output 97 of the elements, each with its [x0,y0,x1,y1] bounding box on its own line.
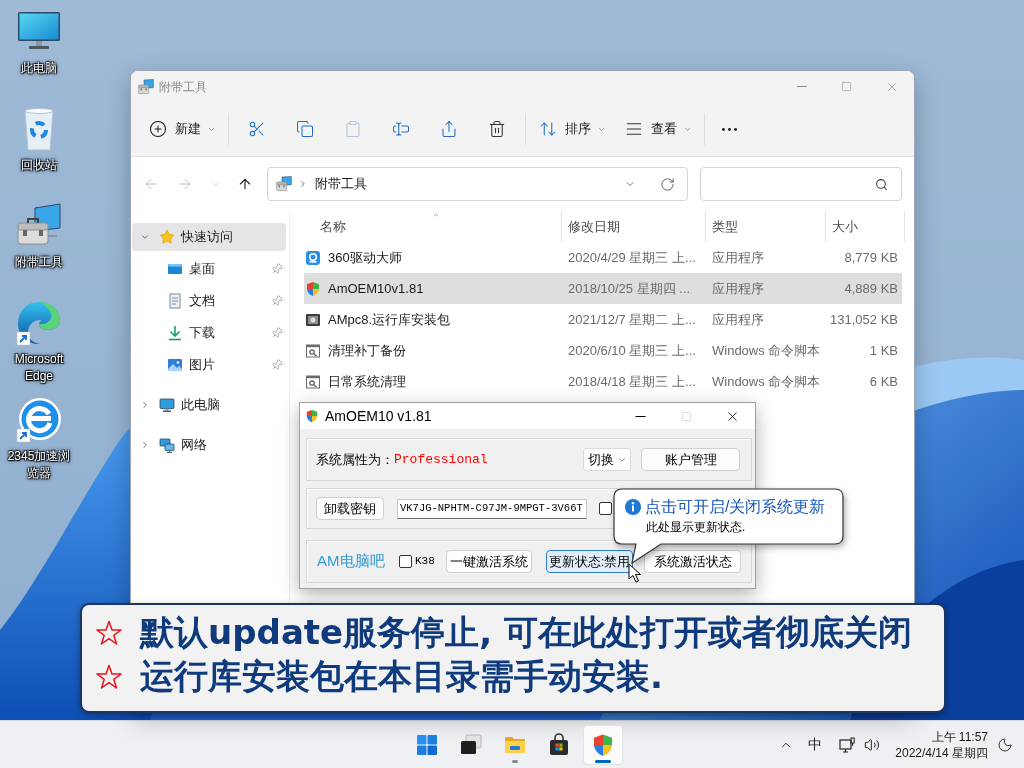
action-button[interactable]: 一键激活系统 [446,550,532,573]
sidebar-item[interactable]: 此电脑 [132,391,286,419]
sort-button[interactable]: 排序 [534,111,608,147]
file-size: 4,889 KB [843,279,899,298]
caption-text: 默认update服务停止, 可在此处打开或者彻底关闭 [140,611,912,654]
download-arrow-icon [167,325,183,341]
file-row[interactable]: 日常系统清理 2018/4/18 星期三 上... Windows 命令脚本 6 KB [304,366,902,397]
sidebar-item[interactable]: 文档 [132,287,286,315]
file-type: 应用程序 [711,248,765,267]
account-button[interactable]: 账户管理 [641,448,740,471]
script-file-icon [305,342,321,359]
sidebar-item[interactable]: 桌面 [132,255,286,283]
tooltip-title: 点击可开启/关闭系统更新 [645,497,826,517]
network-monitor-icon[interactable] [839,736,856,753]
star-outline-icon [96,663,122,689]
input-method-indicator[interactable]: 中 [808,734,823,755]
file-size: 8,779 KB [843,248,899,267]
view-button[interactable]: 查看 [620,111,696,147]
document-icon [167,293,183,309]
file-row[interactable]: 清理补丁备份 2020/6/10 星期三 上... Windows 命令脚本 1 KB [304,335,902,366]
checkbox-label[interactable]: K38 [415,553,446,570]
minimize-icon [634,415,646,417]
network-monitor-icon [159,437,175,453]
file-name: AmOEM10v1.81 [328,279,424,298]
file-row[interactable]: AMpc8.运行库安装包 2021/12/7 星期二 上... 应用程序 131,052 KB [304,304,902,335]
ring-app-icon [305,249,321,266]
sidebar-item[interactable]: 图片 [132,351,286,379]
maximize-icon [841,81,852,92]
sidebar-item[interactable]: 快速访问 [132,223,286,251]
checkbox[interactable] [599,502,612,515]
installer-box-icon [305,311,321,328]
chevron-down-icon[interactable] [140,232,150,242]
column-header[interactable]: 修改日期 [562,211,706,242]
clock-date[interactable]: 2022/4/14 星期四 [895,744,988,761]
address-bar[interactable]: 附带工具 [267,167,688,201]
moon-icon[interactable] [997,736,1013,753]
modified-date: 2020/6/10 星期三 上... [567,341,697,360]
checkbox[interactable] [399,555,412,568]
star-outline-icon [96,619,122,645]
chevron-right-icon [298,179,308,189]
mouse-cursor-icon [628,563,642,583]
desktop-icon [167,261,183,277]
maximize-icon [680,410,692,422]
info-icon [625,499,641,515]
window-title: 附带工具 [159,78,207,96]
file-type: Windows 命令脚本 [711,341,822,360]
file-row[interactable]: 360驱动大师 2020/4/29 星期三 上... 应用程序 8,779 KB [304,242,902,273]
edition-dropdown[interactable]: 切换 [583,448,631,471]
chevron-right-icon[interactable] [140,400,150,410]
modified-date: 2018/10/25 星期四 ... [567,279,692,298]
file-type: Windows 命令脚本 [711,372,822,391]
shield-icon [305,280,321,297]
toolbox-monitor-icon [138,78,154,95]
minimize-icon [796,86,807,87]
file-name: 清理补丁备份 [328,341,406,360]
star-icon [159,229,175,245]
column-header[interactable]: 类型 [706,211,826,242]
modified-date: 2021/12/7 星期二 上... [567,310,697,329]
search-icon [875,177,888,191]
modified-date: 2020/4/29 星期三 上... [567,248,697,267]
column-header[interactable]: 名称 [304,211,562,242]
overlapping-windows-icon [458,732,483,757]
file-size: 6 KB [868,372,899,391]
file-type: 应用程序 [711,279,765,298]
edition-value: Professional [394,450,488,469]
refresh-icon[interactable] [660,176,675,192]
script-file-icon [305,373,321,390]
picture-icon [167,357,183,373]
sidebar-item[interactable]: 下载 [132,319,286,347]
search-field[interactable] [700,167,902,201]
sidebar-item[interactable]: 网络 [132,431,286,459]
tooltip-text: 此处显示更新状态. [646,519,746,535]
breadcrumb-item[interactable]: 附带工具 [315,174,367,194]
file-size: 131,052 KB [829,310,899,329]
monitor-icon [159,397,175,413]
new-button[interactable]: 新建 [144,111,220,147]
file-name: AMpc8.运行库安装包 [328,310,451,329]
column-header[interactable]: 大小 [826,211,905,242]
edition-label: 系统属性为： [316,450,394,469]
modified-date: 2018/4/18 星期三 上... [567,372,697,391]
windows-logo-icon [414,732,439,757]
clock-time[interactable]: 上午 11:57 [931,728,988,745]
file-name: 360驱动大师 [328,248,402,267]
shield-icon [305,409,319,423]
speaker-icon[interactable] [864,736,881,753]
action-button[interactable]: 系统激活状态 [644,550,741,573]
chevron-right-icon[interactable] [140,440,150,450]
file-name: 日常系统清理 [328,372,406,391]
file-row[interactable]: AmOEM10v1.81 2018/10/25 星期四 ... 应用程序 4,889 KB [304,273,902,304]
unload-key-button[interactable]: 卸载密钥 [316,497,384,520]
action-button[interactable]: 更新状态:禁用 [546,550,633,573]
toolbox-monitor-icon [276,176,292,192]
caption-text: 运行库安装包在本目录需手动安装. [140,655,663,698]
file-type: 应用程序 [711,310,765,329]
file-size: 1 KB [868,341,899,360]
product-key-field[interactable]: VK7JG-NPHTM-C97JM-9MPGT-3V66T [397,498,587,519]
dialog-title: AmOEM10 v1.81 [325,406,432,426]
